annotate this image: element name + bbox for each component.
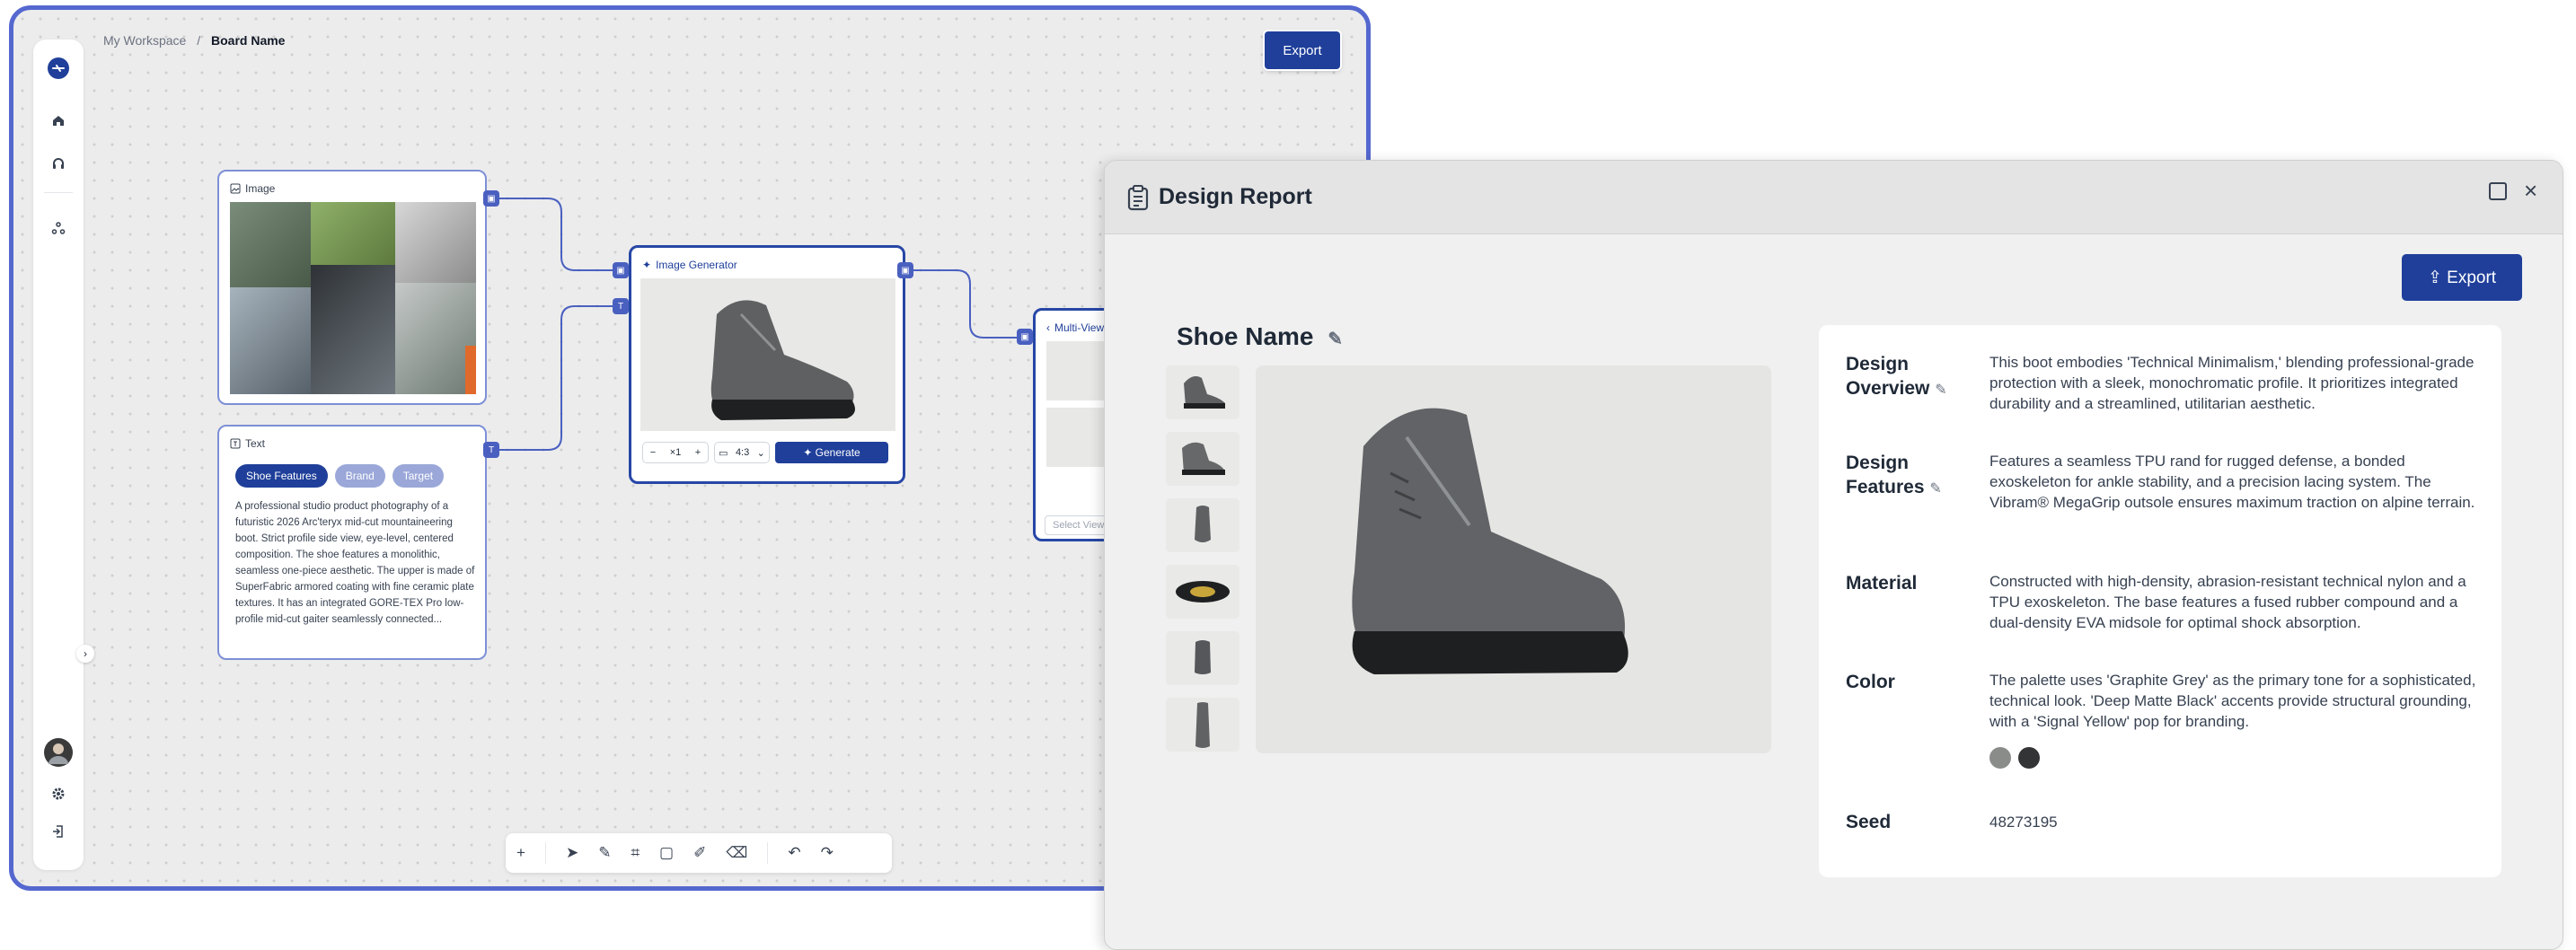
multiview-title-row: ‹ Multi-View [1046,321,1104,334]
pen-icon[interactable]: ✎ [598,844,611,862]
swatch-graphite-grey[interactable] [1989,747,2011,769]
text-node-title: Text [245,437,266,450]
increment-button[interactable]: + [695,447,701,458]
decrement-button[interactable]: − [650,447,656,458]
value-material: Constructed with high-density, abrasion-… [1989,573,2466,631]
label-design-features: Design Features ✎ [1846,451,1963,501]
edit-pencil-icon[interactable]: ✎ [1935,383,1946,398]
panel-header: Design Report × [1105,161,2563,234]
eraser-icon[interactable]: ⌫ [726,844,747,862]
image-node[interactable]: Image [217,170,487,405]
bottom-toolbar: + ➤ ✎ ⌗ ▢ ✐ ⌫ ↶ ↷ [506,833,892,873]
sparkle-icon: ✦ [642,259,652,271]
report-export-label: Export [2447,268,2497,287]
toolbar-divider [544,842,546,864]
thumbnail-side[interactable] [1166,365,1239,419]
label-design-overview: Design Overview ✎ [1846,352,1963,402]
frame-icon[interactable]: ⌗ [631,844,640,862]
generator-image-input-port[interactable]: ▣ [613,262,629,278]
edit-pencil-icon[interactable]: ✎ [1328,330,1343,349]
ratio-value: 4:3 [735,447,750,458]
generated-shoe-image [640,278,895,431]
text-node-title-row: Text [230,437,265,450]
ratio-icon: ▭ [719,447,728,459]
label-color: Color [1846,672,1895,692]
shoe-name: Shoe Name [1177,322,1314,350]
redo-icon[interactable]: ↷ [821,844,834,862]
thumbnail-sole[interactable] [1166,565,1239,619]
image-icon [230,183,241,194]
main-shoe-image [1256,365,1771,753]
edit-pencil-icon[interactable]: ✎ [1929,481,1941,497]
close-icon[interactable]: × [2524,177,2537,205]
generator-text-input-port[interactable]: T [613,298,629,314]
label-seed: Seed [1846,812,1892,832]
generator-title-row: ✦ Image Generator [642,259,737,271]
label-material: Material [1846,573,1918,594]
image-output-port[interactable]: ▣ [483,190,499,207]
report-export-button[interactable]: ⇪ Export [2402,254,2522,301]
clipboard-icon [1126,184,1150,216]
panel-title: Design Report [1159,184,1312,209]
count-value: ×1 [669,447,682,458]
moodboard-image [230,202,476,394]
chip-target[interactable]: Target [392,464,445,488]
add-icon[interactable]: + [516,844,525,862]
undo-icon[interactable]: ↶ [788,844,800,862]
multiview-input-port[interactable]: ▣ [1017,329,1033,345]
value-design-features: Features a seamless TPU rand for rugged … [1989,453,2475,511]
aspect-ratio-select[interactable]: ▭ 4:3 ⌄ [714,442,770,463]
image-node-title-row: Image [230,182,275,195]
sticky-note-icon[interactable]: ▢ [659,844,674,862]
report-details-card: Design Overview ✎ This boot embodies 'Te… [1819,325,2501,877]
image-node-title: Image [245,182,276,195]
color-swatches [1989,747,2040,769]
multiview-title: Multi-View [1054,321,1105,334]
generator-title: Image Generator [656,259,737,271]
value-seed: 48273195 [1989,814,2058,831]
chevron-down-icon: ⌄ [756,447,765,459]
shoe-name-title: Shoe Name ✎ [1177,322,1343,351]
generate-label: Generate [815,446,860,459]
upload-icon: ⇪ [2427,268,2448,287]
value-color: The palette uses 'Graphite Grey' as the … [1989,672,2476,730]
multiview-thumb-1[interactable] [1046,341,1109,400]
text-icon [230,438,241,449]
text-output-port[interactable]: T [483,442,499,458]
toolbar-divider [767,842,769,864]
generate-button[interactable]: ✦ Generate [775,442,888,463]
thumbnail-top[interactable] [1166,698,1239,752]
multiview-thumb-2[interactable] [1046,408,1109,467]
thumbnail-three-quarter[interactable] [1166,432,1239,486]
swatch-deep-matte-black[interactable] [2018,747,2040,769]
pointer-icon[interactable]: ➤ [566,844,578,862]
label-design-overview-text: Design Overview [1846,354,1930,399]
text-node[interactable]: Text Shoe Features Brand Target A professi… [217,425,487,660]
thumbnail-front[interactable] [1166,498,1239,552]
chip-brand[interactable]: Brand [334,464,385,488]
label-design-features-text: Design Features [1846,453,1925,497]
maximize-icon[interactable] [2489,182,2507,200]
prompt-text[interactable]: A professional studio product photograph… [235,498,476,628]
design-report-panel: Design Report × ⇪ Export Shoe Name ✎ Des… [1104,160,2563,950]
chip-row: Shoe Features Brand Target [235,464,451,488]
count-stepper[interactable]: − ×1 + [642,442,709,463]
brush-icon[interactable]: ✐ [693,844,706,862]
sparkle-icon: ✦ [803,446,816,459]
generator-output-port[interactable]: ▣ [897,262,913,278]
value-design-overview: This boot embodies 'Technical Minimalism… [1989,354,2475,412]
thumbnail-back[interactable] [1166,631,1239,685]
chip-shoe-features[interactable]: Shoe Features [235,464,328,488]
image-generator-node[interactable]: ✦ Image Generator − ×1 + ▭ 4:3 ⌄ ✦ Generate [629,245,905,484]
chevron-left-icon[interactable]: ‹ [1046,321,1050,334]
